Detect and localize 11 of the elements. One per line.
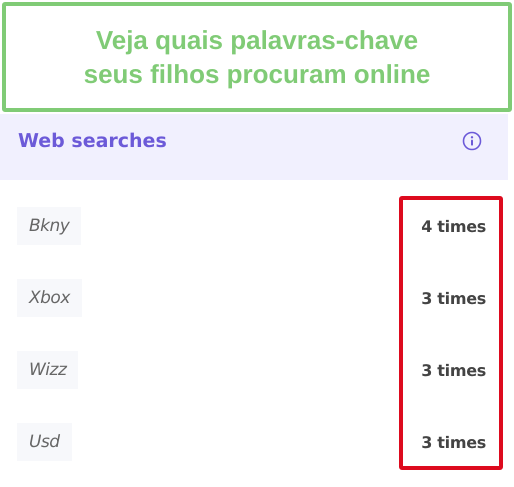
callout-text: Veja quais palavras-chave seus filhos procuram online	[84, 24, 430, 91]
search-count: 3 times	[421, 432, 486, 452]
search-term: Bkny	[17, 207, 82, 245]
search-count: 4 times	[421, 216, 486, 236]
search-count: 3 times	[421, 288, 486, 308]
search-term: Xbox	[17, 279, 82, 317]
info-icon[interactable]	[462, 131, 482, 151]
search-count: 3 times	[421, 360, 486, 380]
search-term: Wizz	[17, 351, 78, 389]
panel-title: Web searches	[18, 130, 167, 152]
search-term: Usd	[17, 423, 72, 461]
